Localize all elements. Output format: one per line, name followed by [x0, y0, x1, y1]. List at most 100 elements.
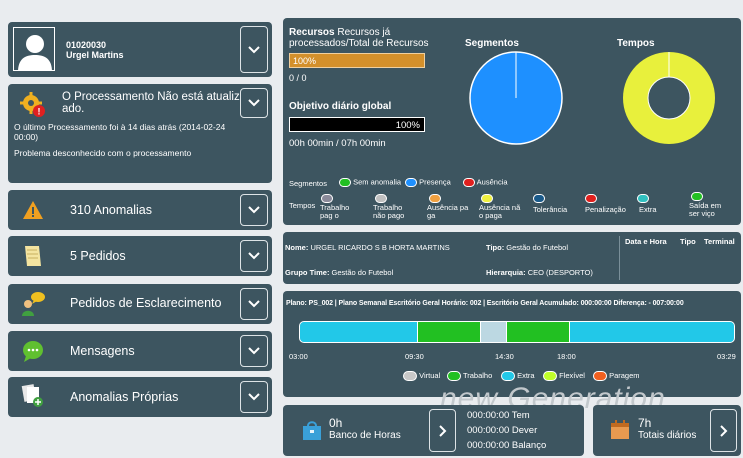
tempos-title: Tempos — [617, 38, 655, 49]
objetivo-progress-text: 100% — [395, 120, 420, 131]
bank-button[interactable] — [429, 409, 456, 452]
esclarecimento-row[interactable]: Pedidos de Esclarecimento — [8, 284, 272, 324]
mensagens-label: Mensagens — [70, 344, 135, 358]
employee-name: Nome: URGEL RICARDO S B HORTA MARTINS — [285, 243, 450, 252]
warning-gear-icon: ! — [20, 92, 46, 118]
legend-dot — [543, 371, 557, 381]
totals-button[interactable] — [710, 409, 737, 452]
col-terminal: Terminal — [704, 237, 735, 246]
mensagens-expand-button[interactable] — [240, 335, 268, 367]
bank-value: 0h — [329, 416, 343, 430]
tick-2: 09:30 — [405, 352, 424, 361]
legend-dot — [501, 371, 515, 381]
recursos-progress-bar: 100% — [289, 53, 425, 68]
tick-4: 18:00 — [557, 352, 576, 361]
stats-panel: Recursos Recursos já processados/Total d… — [283, 18, 741, 225]
mensagens-row[interactable]: Mensagens — [8, 331, 272, 371]
recursos-count: 0 / 0 — [289, 73, 307, 83]
proprias-expand-button[interactable] — [240, 381, 268, 413]
chevron-right-icon — [719, 424, 727, 437]
col-tipo: Tipo — [680, 237, 696, 246]
processing-problem: Problema desconhecido com o processament… — [14, 148, 192, 158]
legend-ausencia: Ausência — [463, 178, 508, 187]
bank-balanco: 000:00:00 Balanço — [467, 440, 547, 451]
tempos-legend-label: Tempos — [289, 201, 316, 210]
shopping-bag-icon — [301, 419, 323, 441]
chevron-down-icon — [248, 393, 260, 401]
users-chat-icon — [20, 290, 46, 316]
objetivo-time: 00h 00min / 07h 00min — [289, 138, 386, 149]
legend-dot — [375, 194, 387, 203]
legend-dot — [447, 371, 461, 381]
col-data-hora: Data e Hora — [625, 237, 667, 246]
legend-presenca: Presença — [405, 178, 451, 187]
pedidos-row[interactable]: 5 Pedidos — [8, 236, 272, 276]
proprias-row[interactable]: Anomalias Próprias — [8, 377, 272, 417]
message-bubble-icon — [20, 338, 46, 364]
employee-tipo: Tipo: Gestão do Futebol — [486, 243, 569, 252]
bank-panel: 0h Banco de Horas 000:00:00 Tem 000:00:0… — [283, 405, 584, 456]
timeline-extra-2 — [570, 322, 734, 342]
timeline-virtual — [481, 322, 507, 342]
plan-legend-extra: Extra — [501, 371, 535, 381]
processing-expand-button[interactable] — [240, 88, 268, 118]
documents-add-icon — [20, 383, 46, 409]
user-id: 01020030 — [66, 40, 107, 50]
plan-legend-trabalho: Trabalho — [447, 371, 492, 381]
segmentos-legend-label: Segmentos — [289, 179, 327, 188]
pedidos-expand-button[interactable] — [240, 240, 268, 272]
segmentos-pie — [469, 51, 563, 145]
recursos-progress-text: 100% — [293, 56, 317, 66]
svg-text:!: ! — [38, 107, 41, 117]
legend-dot — [637, 194, 649, 203]
legend-saida-em-servico: Saída em ser viço — [689, 201, 722, 218]
document-icon — [20, 243, 46, 269]
recursos-title: Recursos Recursos já processados/Total d… — [289, 27, 439, 49]
user-name: Urgel Martins — [66, 50, 124, 60]
esclarecimento-expand-button[interactable] — [240, 288, 268, 320]
user-expand-button[interactable] — [240, 26, 268, 73]
plan-info: Plano: PS_002 | Plano Semanal Escritório… — [286, 300, 684, 307]
chevron-down-icon — [248, 300, 260, 308]
legend-dot — [429, 194, 441, 203]
chevron-down-icon — [248, 347, 260, 355]
recursos-bold: Recursos — [289, 27, 335, 38]
timeline-extra-1 — [300, 322, 418, 342]
proprias-label: Anomalias Próprias — [70, 390, 179, 404]
user-panel: 01020030 Urgel Martins — [8, 22, 272, 77]
legend-dot — [403, 371, 417, 381]
divider — [619, 236, 620, 280]
processing-panel: ! O Processamento Não está atualiz ado. … — [8, 84, 272, 183]
legend-sem-anomalia: Sem anomalia — [339, 178, 401, 187]
legend-penalizacao: Penalização — [585, 205, 626, 214]
plan-legend-flexivel: Flexível — [543, 371, 585, 381]
legend-dot — [533, 194, 545, 203]
legend-dot — [405, 178, 417, 187]
tick-3: 14:30 — [495, 352, 514, 361]
anomalias-label: 310 Anomalias — [70, 203, 153, 217]
legend-extra: Extra — [639, 205, 657, 214]
segmentos-title: Segmentos — [465, 38, 519, 49]
employee-hierarquia: Hierarquia: CEO (DESPORTO) — [486, 268, 593, 277]
chevron-right-icon — [438, 424, 446, 437]
processing-title: O Processamento Não está atualiz ado. — [62, 91, 240, 115]
legend-ausencia-nao-paga: Ausência nã o paga — [479, 203, 521, 220]
legend-tolerancia: Tolerância — [533, 205, 568, 214]
legend-dot — [339, 178, 351, 187]
employee-grupo: Grupo Time: Gestão do Futebol — [285, 268, 394, 277]
employee-panel: Nome: URGEL RICARDO S B HORTA MARTINS Ti… — [283, 232, 741, 284]
chevron-down-icon — [248, 206, 260, 214]
legend-dot — [321, 194, 333, 203]
warning-icon — [20, 197, 46, 223]
timeline-work-1 — [418, 322, 481, 342]
objetivo-progress-bar: 100% — [289, 117, 425, 132]
tick-1: 03:00 — [289, 352, 308, 361]
legend-dot — [691, 192, 703, 201]
chevron-down-icon — [248, 45, 260, 53]
anomalias-row[interactable]: 310 Anomalias — [8, 190, 272, 230]
bank-dever: 000:00:00 Dever — [467, 425, 538, 436]
totals-value: 7h — [638, 416, 652, 430]
tempos-donut — [623, 52, 715, 144]
anomalias-expand-button[interactable] — [240, 194, 268, 226]
legend-dot — [481, 194, 493, 203]
